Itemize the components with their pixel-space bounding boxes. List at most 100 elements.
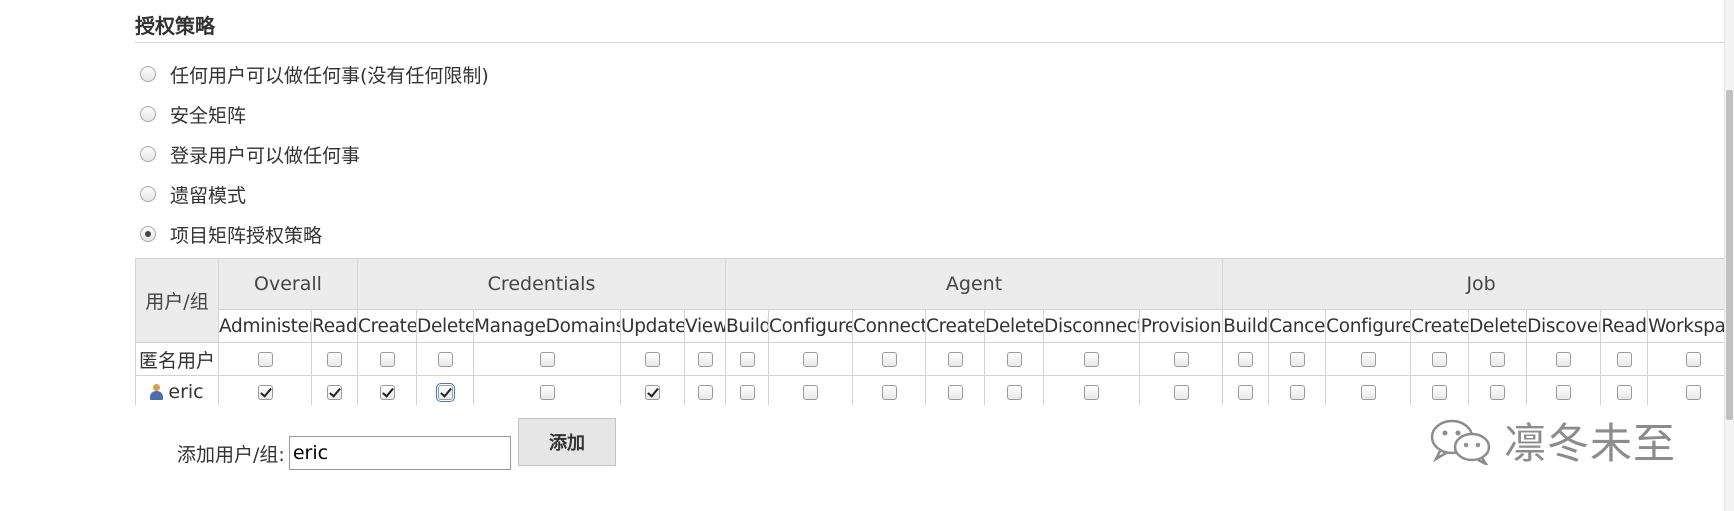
permission-cell [357,375,417,405]
section-title: 授权策略 [135,14,215,38]
permission-header: Cancel [1268,309,1327,343]
permission-checkbox[interactable] [379,385,395,400]
permission-cell [1410,342,1470,376]
permission-checkbox[interactable] [697,352,713,367]
permission-header: ManageDomains [473,309,621,343]
permission-checkbox[interactable] [327,385,342,400]
permission-checkbox[interactable] [539,352,555,367]
strategy-label: 任何用户可以做任何事(没有任何限制) [170,64,489,87]
permission-checkbox[interactable] [1556,352,1572,367]
permission-checkbox[interactable] [803,385,819,400]
permission-checkbox[interactable] [645,352,660,367]
permission-checkbox[interactable] [327,352,342,367]
strategy-radio[interactable] [140,146,156,162]
strategy-radio[interactable] [140,106,156,122]
permission-cell [852,375,927,405]
permission-matrix-container[interactable]: 用户/组 Overall Credentials Agent Job Administ… [135,258,1734,405]
permission-checkbox[interactable] [257,352,273,367]
permission-matrix: 用户/组 Overall Credentials Agent Job Administ… [135,258,1734,405]
permission-checkbox[interactable] [1289,385,1305,400]
permission-header: Create [1410,309,1470,343]
permission-header: Workspace [1647,309,1734,343]
permission-header: Delete [984,309,1045,343]
permission-cell [218,342,312,376]
permission-cell [1600,375,1649,405]
permission-checkbox[interactable] [1616,352,1632,367]
permission-cell [416,342,474,376]
permission-cell [620,375,685,405]
permission-checkbox[interactable] [1616,385,1632,400]
permission-checkbox[interactable] [645,385,660,400]
permission-checkbox[interactable] [1173,352,1189,367]
permission-cell [1468,342,1528,376]
permission-checkbox[interactable] [539,385,555,400]
strategy-label: 项目矩阵授权策略 [170,224,323,247]
permission-cell [1268,375,1327,405]
permission-checkbox[interactable] [881,385,897,400]
permission-checkbox[interactable] [947,385,963,400]
permission-checkbox[interactable] [1173,385,1189,400]
permission-checkbox[interactable] [435,383,455,402]
permission-cell [1268,342,1327,376]
permission-checkbox[interactable] [1006,385,1022,400]
permission-checkbox[interactable] [739,385,755,400]
permission-checkbox[interactable] [1556,385,1572,400]
permission-checkbox[interactable] [803,352,819,367]
strategy-radio[interactable] [140,66,156,82]
scrollbar-thumb[interactable] [1726,90,1733,420]
permission-checkbox[interactable] [697,385,713,400]
permission-header: Disconnect [1043,309,1141,343]
permission-cell [473,342,621,376]
permission-cell [925,375,986,405]
strategy-option[interactable]: 任何用户可以做任何事(没有任何限制) [140,54,489,94]
section-divider [135,42,1725,43]
permission-checkbox[interactable] [437,352,453,367]
permission-checkbox[interactable] [1360,352,1376,367]
strategy-radio[interactable] [140,226,156,242]
permission-checkbox[interactable] [1084,385,1100,400]
permission-header: Read [311,309,358,343]
permission-checkbox[interactable] [1686,352,1702,367]
user-cell: eric [135,375,219,405]
permission-checkbox[interactable] [379,352,395,367]
watermark: 凛冬未至 [1428,410,1676,471]
strategy-option[interactable]: 项目矩阵授权策略 [140,214,489,254]
permission-checkbox[interactable] [257,385,273,400]
permission-checkbox[interactable] [1084,352,1100,367]
permission-checkbox[interactable] [1360,385,1376,400]
permission-checkbox[interactable] [1490,352,1506,367]
permission-cell [1139,375,1224,405]
permission-checkbox[interactable] [1006,352,1022,367]
permission-cell [1410,375,1470,405]
permission-checkbox[interactable] [1238,352,1254,367]
user-name: 匿名用户 [138,349,215,372]
permission-checkbox[interactable] [947,352,963,367]
strategy-option[interactable]: 遗留模式 [140,174,489,214]
permission-cell [1222,375,1270,405]
permission-header: Build [1222,309,1270,343]
add-user-input[interactable] [288,436,511,470]
permission-group-header: Agent [725,258,1224,310]
table-row: eric [135,375,1734,405]
user-group-header: 用户/组 [135,258,219,343]
strategy-radio[interactable] [140,186,156,202]
permission-checkbox[interactable] [1490,385,1506,400]
permission-header: Administer [218,309,312,343]
permission-checkbox[interactable] [1238,385,1254,400]
vertical-scrollbar[interactable] [1724,0,1734,511]
permission-cell [984,375,1045,405]
strategy-option[interactable]: 安全矩阵 [140,94,489,134]
permission-checkbox[interactable] [1432,352,1448,367]
permission-checkbox[interactable] [881,352,897,367]
add-user-button[interactable]: 添加 [518,418,616,466]
strategy-option[interactable]: 登录用户可以做任何事 [140,134,489,174]
permission-checkbox[interactable] [1289,352,1305,367]
permission-checkbox[interactable] [739,352,755,367]
permission-checkbox[interactable] [1686,385,1702,400]
permission-header: Delete [416,309,474,343]
permission-cell [1325,375,1412,405]
permission-cell [683,375,727,405]
permission-checkbox[interactable] [1432,385,1448,400]
user-cell: 匿名用户 [135,342,219,376]
permission-cell [1325,342,1412,376]
